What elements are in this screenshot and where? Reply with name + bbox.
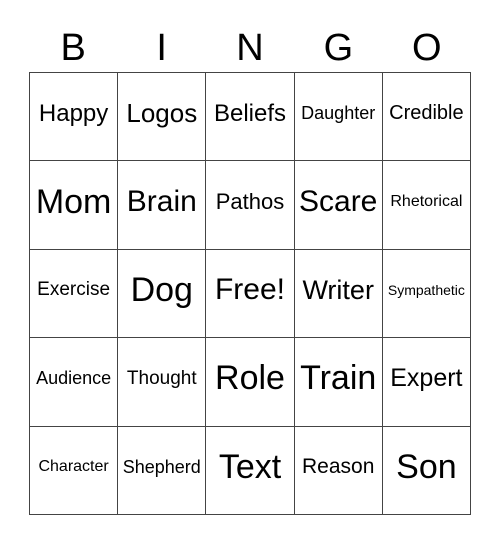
bingo-cell[interactable]: Thought [118,338,207,427]
bingo-cell[interactable]: Writer [294,249,383,339]
bingo-cell[interactable]: Train [294,338,383,427]
bingo-cell[interactable]: Scare [294,161,383,250]
header-letter-g: G [323,27,354,69]
bingo-cell[interactable]: Brain [118,161,207,250]
bingo-cell[interactable]: Role [206,338,295,427]
bingo-cell[interactable]: Rhetorical [382,161,471,250]
bingo-cell[interactable]: Expert [382,338,471,427]
bingo-grid: Happy Logos Beliefs Daughter Credible Mom Brai… [29,72,471,515]
header-letter-i: I [156,27,167,69]
bingo-cell[interactable]: Mom [30,161,119,250]
bingo-cell[interactable]: Shepherd [118,426,207,515]
bingo-cell[interactable]: Reason [294,426,383,515]
bingo-cell[interactable]: Dog [118,249,207,339]
bingo-header: B I N G O [29,26,471,70]
bingo-cell[interactable]: Pathos [206,161,295,250]
bingo-cell[interactable]: Beliefs [206,73,295,162]
bingo-cell[interactable]: Son [382,426,471,515]
bingo-cell[interactable]: Text [206,426,295,515]
bingo-cell[interactable]: Character [30,426,119,515]
bingo-cell[interactable]: Daughter [294,73,383,162]
header-letter-b: B [60,27,86,69]
header-letter-o: O [412,27,442,69]
bingo-cell[interactable]: Logos [118,73,207,162]
bingo-cell[interactable]: Exercise [30,249,119,339]
bingo-cell[interactable]: Sympathetic [382,249,471,339]
bingo-cell[interactable]: Audience [30,338,119,427]
header-letter-n: N [236,27,264,69]
bingo-cell[interactable]: Credible [382,73,471,162]
bingo-cell[interactable]: Happy [30,73,119,162]
bingo-cell[interactable]: Free! [206,249,295,339]
